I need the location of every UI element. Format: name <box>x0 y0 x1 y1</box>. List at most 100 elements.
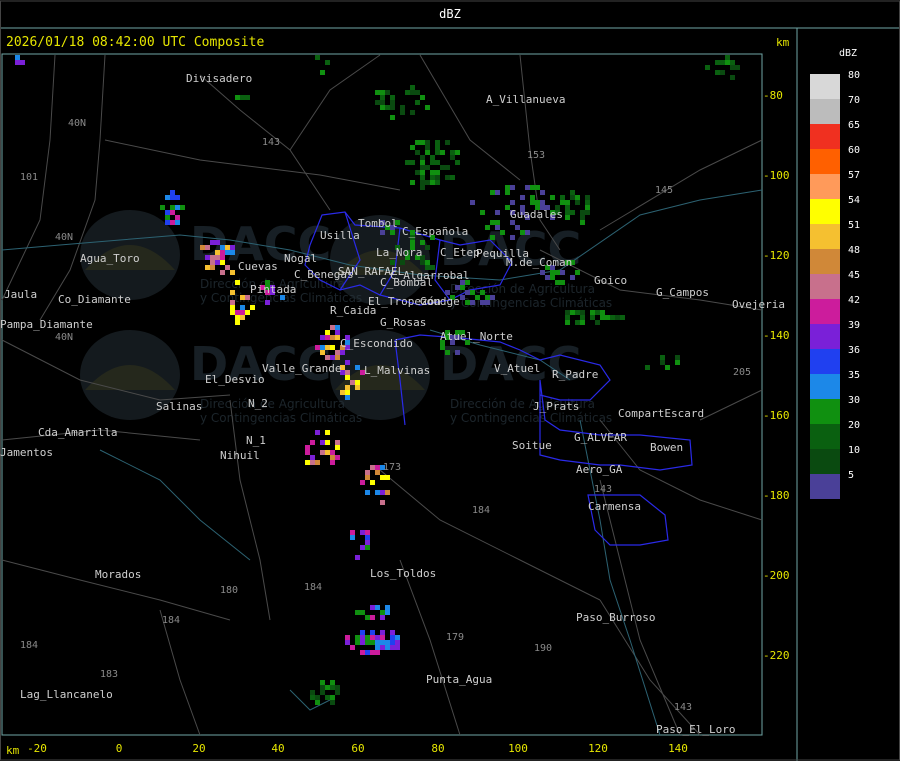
echo-pixel <box>385 640 390 645</box>
echo-pixel <box>510 235 515 240</box>
echo-pixel <box>435 175 440 180</box>
echo-pixel <box>360 630 365 635</box>
echo-pixel <box>170 205 175 210</box>
echo-pixel <box>715 70 720 75</box>
watermark-line2: y Contingencias Climáticas <box>450 411 612 425</box>
echo-pixel <box>425 260 430 265</box>
echo-pixel <box>425 140 430 145</box>
echo-pixel <box>15 55 20 60</box>
echo-pixel <box>325 685 330 690</box>
route-number: 101 <box>20 172 38 183</box>
echo-pixel <box>335 685 340 690</box>
echo-pixel <box>735 65 740 70</box>
echo-pixel <box>415 90 420 95</box>
echo-pixel <box>355 380 360 385</box>
echo-pixel <box>570 275 575 280</box>
echo-pixel <box>455 160 460 165</box>
legend-label: 5 <box>848 470 854 481</box>
product-title: dBZ <box>439 7 461 21</box>
echo-pixel <box>170 210 175 215</box>
echo-pixel <box>435 145 440 150</box>
y-tick-label: -140 <box>763 329 790 342</box>
echo-pixel <box>490 220 495 225</box>
echo-pixel <box>385 105 390 110</box>
place-label: Jaula <box>4 288 37 301</box>
echo-pixel <box>245 310 250 315</box>
place-label: R_Padre <box>552 368 598 381</box>
place-label: Pampa_Diamante <box>0 318 93 331</box>
echo-pixel <box>175 215 180 220</box>
echo-pixel <box>530 185 535 190</box>
x-tick-label: 120 <box>588 742 608 755</box>
x-tick-label: 40 <box>271 742 284 755</box>
echo-pixel <box>315 55 320 60</box>
echo-pixel <box>385 645 390 650</box>
echo-pixel <box>360 530 365 535</box>
legend-label: 51 <box>848 220 860 231</box>
echo-pixel <box>560 270 565 275</box>
legend-swatch <box>810 199 840 224</box>
place-label: J_Prats <box>533 400 579 413</box>
echo-pixel <box>380 645 385 650</box>
place-label: L_Malvinas <box>364 364 430 377</box>
echo-pixel <box>365 615 370 620</box>
echo-pixel <box>350 380 355 385</box>
echo-pixel <box>540 270 545 275</box>
echo-pixel <box>585 205 590 210</box>
echo-pixel <box>365 635 370 640</box>
radar-map-view: dBZ 2026/01/18 08:42:00 UTC Composite km… <box>0 0 900 761</box>
echo-pixel <box>380 630 385 635</box>
echo-pixel <box>250 305 255 310</box>
echo-pixel <box>450 150 455 155</box>
place-label: Nihuil <box>220 449 260 462</box>
y-tick-label: -220 <box>763 649 790 662</box>
echo-pixel <box>410 90 415 95</box>
echo-pixel <box>585 195 590 200</box>
echo-pixel <box>235 280 240 285</box>
echo-pixel <box>210 240 215 245</box>
place-label: Divisadero <box>186 72 252 85</box>
y-tick-label: -180 <box>763 489 790 502</box>
route-number: 179 <box>446 632 464 643</box>
legend-swatch <box>810 174 840 199</box>
legend-label: 70 <box>848 95 860 106</box>
echo-pixel <box>525 230 530 235</box>
echo-pixel <box>240 310 245 315</box>
echo-pixel <box>170 190 175 195</box>
echo-pixel <box>425 105 430 110</box>
echo-pixel <box>200 245 205 250</box>
echo-pixel <box>495 210 500 215</box>
echo-pixel <box>335 690 340 695</box>
echo-pixel <box>225 245 230 250</box>
echo-pixel <box>590 310 595 315</box>
echo-pixel <box>440 150 445 155</box>
echo-pixel <box>400 105 405 110</box>
echo-pixel <box>480 210 485 215</box>
echo-pixel <box>495 220 500 225</box>
echo-pixel <box>205 255 210 260</box>
echo-pixel <box>180 205 185 210</box>
echo-pixel <box>520 230 525 235</box>
echo-pixel <box>345 375 350 380</box>
echo-pixel <box>410 160 415 165</box>
echo-pixel <box>420 240 425 245</box>
echo-pixel <box>435 170 440 175</box>
echo-pixel <box>410 110 415 115</box>
legend-swatch <box>810 349 840 374</box>
echo-pixel <box>230 305 235 310</box>
echo-pixel <box>365 540 370 545</box>
echo-pixel <box>220 270 225 275</box>
place-label: Salinas <box>156 400 202 413</box>
echo-pixel <box>380 610 385 615</box>
echo-pixel <box>420 160 425 165</box>
echo-pixel <box>215 240 220 245</box>
echo-pixel <box>305 445 310 450</box>
echo-pixel <box>550 195 555 200</box>
echo-pixel <box>525 185 530 190</box>
echo-pixel <box>175 195 180 200</box>
echo-pixel <box>310 440 315 445</box>
echo-pixel <box>425 145 430 150</box>
echo-pixel <box>485 300 490 305</box>
place-label: C_Bombal <box>380 276 433 289</box>
echo-pixel <box>530 200 535 205</box>
